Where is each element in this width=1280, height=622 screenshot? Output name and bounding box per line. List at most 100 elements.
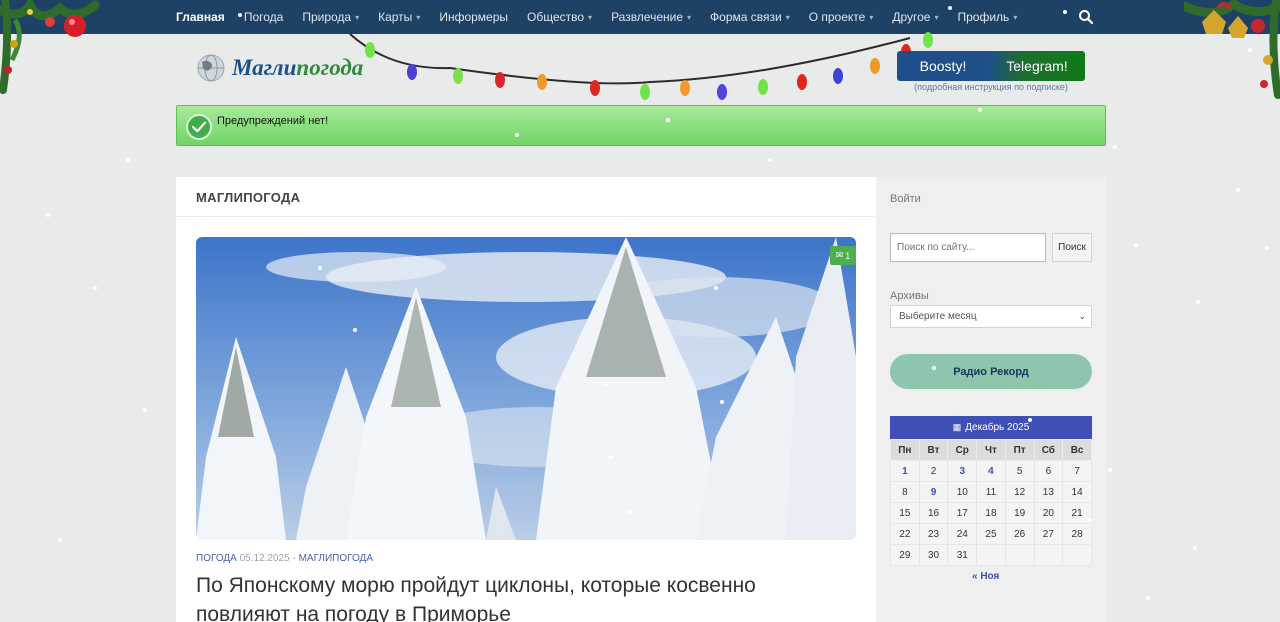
- post-category2-link[interactable]: МАГЛИПОГОДА: [299, 553, 373, 564]
- post-category-link[interactable]: ПОГОДА: [196, 553, 237, 564]
- calendar-day: 27: [1033, 523, 1064, 545]
- calendar-icon: ▦: [952, 422, 962, 432]
- snowflake: [1134, 243, 1138, 247]
- nav-item[interactable]: Главная: [176, 10, 225, 24]
- nav-item-label: Развлечение: [611, 10, 684, 24]
- calendar-day[interactable]: 3: [947, 460, 978, 482]
- calendar-day: 8: [890, 481, 920, 503]
- light-bulb: [758, 79, 768, 95]
- globe-icon: [197, 54, 225, 82]
- calendar-day: 21: [1062, 502, 1092, 524]
- calendar-widget: ▦ Декабрь 2025 Пн Вт Ср Чт Пт Сб Вс 1234567891…: [890, 416, 1092, 582]
- nav-item-label: Профиль: [957, 10, 1010, 24]
- nav-item[interactable]: Форма связи ▾: [710, 10, 790, 24]
- light-bulb: [870, 58, 880, 74]
- subscribe-instructions-link[interactable]: (подробная инструкция по подписке): [897, 82, 1085, 92]
- light-bulb: [640, 84, 650, 100]
- snowflake: [93, 286, 97, 290]
- calendar-weekday: Сб: [1033, 439, 1064, 461]
- calendar-day: 14: [1062, 481, 1092, 503]
- nav-item-label: Информеры: [439, 10, 509, 24]
- calendar-day: 12: [1004, 481, 1035, 503]
- post-title[interactable]: По Японскому морю пройдут циклоны, котор…: [196, 571, 836, 622]
- calendar-day: 17: [947, 502, 978, 524]
- nav-item[interactable]: Природа ▾: [302, 10, 359, 24]
- calendar-day: 13: [1033, 481, 1064, 503]
- calendar-weekday: Пн: [890, 439, 920, 461]
- calendar-day: 24: [947, 523, 978, 545]
- caret-down-icon: ▾: [355, 12, 360, 22]
- caret-down-icon: ▾: [934, 12, 939, 22]
- sidebar: Войти Поиск Архивы Выберите месяц ⌄ Ради…: [876, 177, 1106, 622]
- snowflake: [1193, 546, 1197, 550]
- snowflake: [1146, 596, 1150, 600]
- alert-text: Предупреждений нет!: [217, 115, 329, 127]
- comment-icon: ✉: [835, 250, 844, 260]
- nav-item[interactable]: Информеры: [439, 10, 508, 24]
- calendar-day: 19: [1004, 502, 1035, 524]
- comment-count-badge[interactable]: ✉ 1: [830, 246, 856, 265]
- calendar-grid: Пн Вт Ср Чт Пт Сб Вс 1 2 3 4 5 6 7 8 9 10 11 12 13 14 15 16 17…: [890, 439, 1092, 566]
- search-icon[interactable]: [1078, 9, 1094, 25]
- snowflake: [58, 538, 62, 542]
- chevron-down-icon: ⌄: [1078, 311, 1086, 321]
- calendar-empty-cell: [1033, 544, 1064, 566]
- archives-month-select[interactable]: Выберите месяц ⌄: [890, 305, 1092, 328]
- top-navigation-bar: Главная Погода Природа ▾ Карты ▾ Информеры Обще…: [0, 0, 1280, 34]
- snowflake: [1196, 300, 1200, 304]
- login-link[interactable]: Войти: [890, 193, 921, 205]
- caret-down-icon: ▾: [785, 12, 790, 22]
- snowflake: [1265, 246, 1269, 250]
- calendar-day[interactable]: 4: [976, 460, 1006, 482]
- light-bulb: [365, 42, 375, 58]
- check-icon: [186, 114, 212, 140]
- nav-item[interactable]: Карты ▾: [378, 10, 420, 24]
- snowflake: [1236, 188, 1240, 192]
- boosty-button[interactable]: Boosty!: [897, 51, 989, 81]
- caret-down-icon: ▾: [416, 12, 421, 22]
- nav-item[interactable]: Погода: [244, 10, 284, 24]
- snowflake: [768, 158, 772, 162]
- post-date: 05.12.2025: [239, 553, 290, 564]
- snowflake: [126, 158, 130, 162]
- nav-item-label: Природа: [302, 10, 352, 24]
- site-search-input[interactable]: [890, 233, 1046, 262]
- calendar-day: 10: [947, 481, 978, 503]
- nav-item-label: Форма связи: [710, 10, 782, 24]
- nav-item[interactable]: Общество ▾: [527, 10, 592, 24]
- light-bulb: [833, 68, 843, 84]
- weather-alert-banner: Предупреждений нет!: [176, 105, 1106, 146]
- calendar-prev-month-link[interactable]: « Ноя: [890, 571, 1092, 582]
- post-featured-image[interactable]: [196, 237, 856, 540]
- calendar-day: 20: [1033, 502, 1064, 524]
- calendar-day[interactable]: 1: [890, 460, 920, 482]
- nav-item[interactable]: Развлечение ▾: [611, 10, 691, 24]
- christmas-bells-right-decoration: [1184, 0, 1280, 99]
- calendar-day: 15: [890, 502, 920, 524]
- calendar-weekday: Ср: [947, 439, 978, 461]
- nav-item[interactable]: Профиль ▾: [958, 10, 1018, 24]
- calendar-empty-cell: [1062, 544, 1092, 566]
- calendar-day[interactable]: 9: [918, 481, 949, 503]
- radio-record-button[interactable]: Радио Рекорд: [890, 354, 1092, 389]
- light-bulb: [453, 68, 463, 84]
- snowflake: [46, 213, 50, 217]
- calendar-day: 11: [976, 481, 1006, 503]
- snowflake: [1108, 468, 1112, 472]
- calendar-day: 18: [976, 502, 1006, 524]
- calendar-weekday: Вт: [918, 439, 949, 461]
- post-meta: ПОГОДА 05.12.2025 - МАГЛИПОГОДА: [196, 553, 373, 564]
- nav-item[interactable]: Другое ▾: [892, 10, 938, 24]
- calendar-day: 30: [918, 544, 949, 566]
- calendar-day: 25: [976, 523, 1006, 545]
- nav-item-label: Общество: [527, 10, 585, 24]
- nav-item-label: О проекте: [808, 10, 866, 24]
- calendar-day: 29: [890, 544, 920, 566]
- nav-item-label: Главная: [176, 10, 225, 24]
- calendar-day: 5: [1004, 460, 1035, 482]
- search-button[interactable]: Поиск: [1052, 233, 1092, 262]
- light-bulb: [923, 32, 933, 48]
- nav-item[interactable]: О проекте ▾: [809, 10, 874, 24]
- telegram-button[interactable]: Telegram!: [989, 51, 1085, 81]
- divider: [176, 216, 876, 217]
